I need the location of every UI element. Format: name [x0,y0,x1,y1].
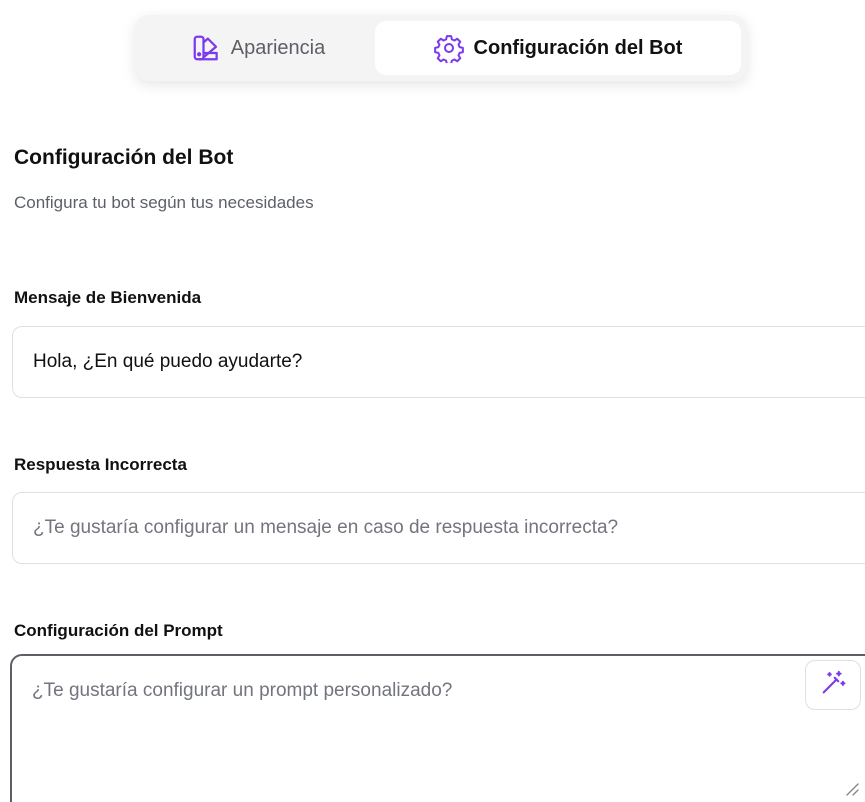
prompt-config-box [10,654,865,802]
palette-icon [191,33,221,63]
incorrect-response-label: Respuesta Incorrecta [14,455,187,474]
section-title: Configuración del Bot [14,146,234,169]
tab-switcher: Apariencia Configuración del Bot [135,15,747,81]
prompt-config-textarea[interactable] [12,656,865,802]
section-subtitle: Configura tu bot según tus necesidades [14,193,314,212]
tab-appearance-label: Apariencia [230,36,326,59]
magic-wand-icon [819,669,847,702]
bot-settings-page: Apariencia Configuración del Bot Configu… [0,0,865,802]
prompt-config-label: Configuración del Prompt [14,621,223,640]
tab-bot-configuration-label: Configuración del Bot [473,36,683,59]
resize-handle-icon[interactable] [843,780,859,796]
tab-appearance[interactable]: Apariencia [141,21,375,75]
gear-icon [433,33,464,63]
tab-bot-configuration[interactable]: Configuración del Bot [375,21,741,75]
welcome-message-input[interactable] [12,326,865,398]
welcome-message-label: Mensaje de Bienvenida [14,288,202,307]
incorrect-response-input[interactable] [12,492,865,564]
generate-prompt-button[interactable] [805,660,861,710]
